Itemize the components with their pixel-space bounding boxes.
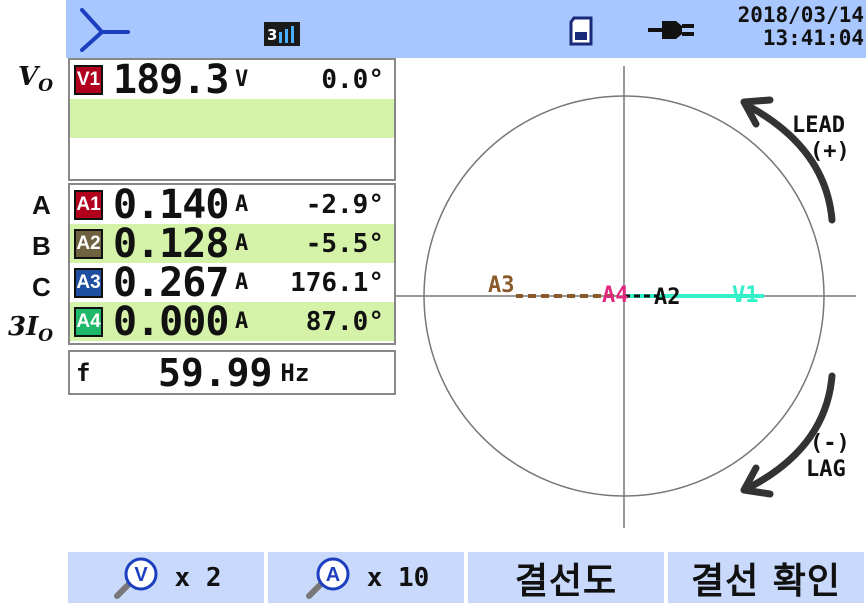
date-text: 2018/03/14 bbox=[737, 3, 864, 27]
voltage-zoom-icon: V bbox=[113, 557, 158, 599]
phasor-diagram: V1 A2 A3 A4 LEAD (+) (-) LAG bbox=[396, 66, 856, 528]
v1-tag: V1 bbox=[74, 64, 103, 95]
a3-angle: 176.1° bbox=[290, 267, 384, 298]
voltage-zoom-multiplier: x 2 bbox=[174, 562, 222, 593]
a4-unit: A bbox=[235, 309, 249, 334]
frequency-panel: f 59.99 Hz bbox=[68, 350, 396, 395]
a2-vector-label: A2 bbox=[654, 285, 681, 310]
lag-label: LAG bbox=[806, 457, 846, 482]
a3-tag: A3 bbox=[74, 267, 103, 298]
svg-text:V: V bbox=[134, 564, 148, 586]
datetime: 2018/03/14 13:41:04 bbox=[706, 4, 866, 50]
current-panel: A1 0.140 A -2.9° A2 0.128 A -5.5° A3 0.2… bbox=[68, 182, 396, 345]
voltage-zoom-button[interactable]: V x 2 bbox=[68, 552, 264, 603]
current-row-a4: A4 0.000 A 87.0° bbox=[70, 299, 394, 345]
voltage-panel: V1 189.3 V 0.0° bbox=[68, 57, 396, 181]
a2-tag: A2 bbox=[74, 228, 103, 259]
current-zoom-multiplier: x 10 bbox=[366, 562, 430, 593]
label-phase-a: A bbox=[32, 190, 51, 220]
voltage-angle: 0.0° bbox=[321, 64, 384, 95]
label-vo: VO bbox=[18, 62, 53, 96]
current-zoom-icon: A bbox=[305, 557, 350, 599]
a2-unit: A bbox=[235, 231, 249, 256]
svg-text:3: 3 bbox=[267, 26, 277, 44]
current-row-a3: A3 0.267 A 176.1° bbox=[70, 260, 394, 306]
a4-value: 0.000 bbox=[113, 298, 229, 345]
lead-label: LEAD bbox=[792, 113, 845, 138]
a2-angle: -5.5° bbox=[305, 228, 384, 259]
v1-vector-label: V1 bbox=[732, 283, 759, 308]
a1-tag: A1 bbox=[74, 189, 103, 220]
lead-sign: (+) bbox=[810, 139, 850, 164]
frequency-label: f bbox=[76, 359, 91, 387]
ac-plug-icon bbox=[648, 21, 694, 39]
3-phase-measure-icon: 3 bbox=[264, 22, 300, 46]
function-bar: V x 2 A x 10 결선도 결선 확인 bbox=[66, 552, 866, 603]
a4-vector-label: A4 bbox=[602, 283, 629, 308]
label-phase-c: C bbox=[32, 272, 51, 302]
a3-unit: A bbox=[235, 270, 249, 295]
current-row-a2: A2 0.128 A -5.5° bbox=[70, 221, 394, 267]
empty-row bbox=[70, 138, 394, 177]
time-text: 13:41:04 bbox=[762, 26, 864, 50]
svg-text:A: A bbox=[325, 564, 339, 586]
lag-sign: (-) bbox=[810, 431, 850, 456]
status-bar: 3 2018/03/14 13:41:04 bbox=[66, 0, 866, 58]
current-row-a1: A1 0.140 A -2.9° bbox=[70, 182, 394, 228]
label-3io: 3IO bbox=[8, 312, 54, 346]
voltage-unit: V bbox=[235, 67, 249, 92]
a1-angle: -2.9° bbox=[305, 189, 384, 220]
a4-tag: A4 bbox=[74, 306, 103, 337]
a1-unit: A bbox=[235, 192, 249, 217]
wiring-diagram-label: 결선도 bbox=[514, 560, 618, 602]
wiring-check-label: 결선 확인 bbox=[690, 560, 841, 602]
voltage-value: 189.3 bbox=[113, 56, 229, 103]
a3-vector-label: A3 bbox=[488, 273, 515, 298]
voltage-row: V1 189.3 V 0.0° bbox=[70, 57, 394, 103]
empty-row bbox=[70, 99, 394, 138]
wiring-diagram-button[interactable]: 결선도 bbox=[468, 552, 664, 603]
frequency-row: f 59.99 Hz bbox=[70, 351, 394, 395]
wye-wiring-icon bbox=[80, 8, 130, 52]
sd-card-icon bbox=[569, 16, 593, 46]
frequency-unit: Hz bbox=[280, 359, 310, 387]
label-phase-b: B bbox=[32, 231, 51, 261]
wiring-check-button[interactable]: 결선 확인 bbox=[668, 552, 864, 603]
frequency-value: 59.99 bbox=[158, 351, 273, 395]
current-zoom-button[interactable]: A x 10 bbox=[268, 552, 464, 603]
a4-angle: 87.0° bbox=[305, 306, 384, 337]
